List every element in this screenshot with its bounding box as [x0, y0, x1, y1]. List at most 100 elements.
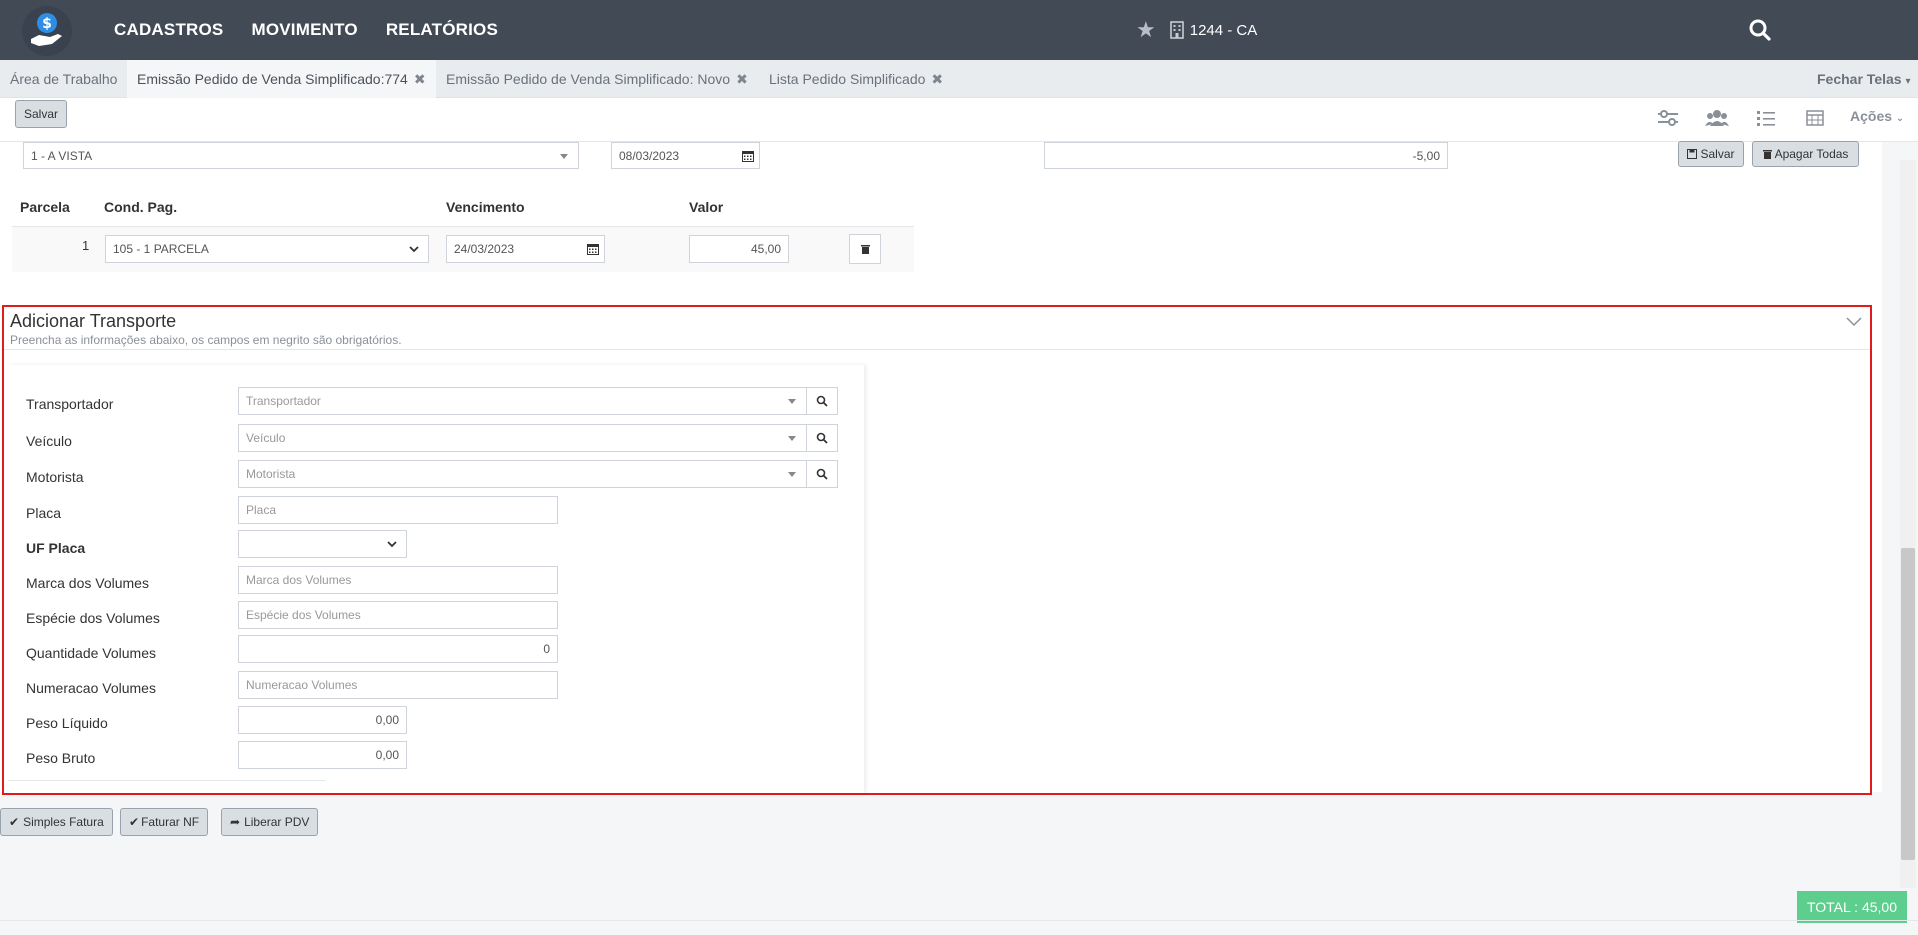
sliders-icon[interactable]: [1654, 106, 1682, 130]
installment-due-date-input[interactable]: 24/03/2023: [446, 235, 582, 263]
tab-label: Emissão Pedido de Venda Simplificado:774: [137, 71, 408, 87]
label-veiculo: Veículo: [26, 433, 72, 449]
payment-save-label: Salvar: [1700, 147, 1735, 161]
payment-condition-select[interactable]: 1 - A VISTA: [23, 142, 579, 169]
faturar-nf-button[interactable]: ✔ Faturar NF: [120, 808, 209, 836]
tab-area-de-trabalho[interactable]: Área de Trabalho: [0, 60, 127, 98]
transportador-select[interactable]: Transportador: [238, 387, 807, 415]
top-navbar: $ CADASTROS MOVIMENTO RELATÓRIOS ★ 1244 …: [0, 0, 1918, 60]
favorite-star-icon[interactable]: ★: [1136, 17, 1156, 43]
tab-lista-pedido[interactable]: Lista Pedido Simplificado ✖: [759, 60, 953, 98]
simples-fatura-button[interactable]: ✔ Simples Fatura: [0, 808, 113, 836]
check-icon: ✔: [129, 815, 140, 829]
uf-placa-select[interactable]: [238, 530, 407, 558]
calendar-icon[interactable]: [736, 142, 760, 169]
search-icon[interactable]: [1748, 18, 1772, 42]
motorista-search-button[interactable]: [806, 460, 838, 488]
caret-down-icon: [788, 436, 796, 441]
marca-volumes-input[interactable]: Marca dos Volumes: [238, 566, 558, 594]
peso-liquido-input[interactable]: 0,00: [238, 706, 407, 734]
payment-save-button[interactable]: Salvar: [1678, 141, 1744, 167]
quantidade-volumes-input[interactable]: 0: [238, 635, 558, 663]
collapse-chevron-icon[interactable]: [1846, 317, 1862, 327]
table-icon[interactable]: [1801, 106, 1829, 130]
motorista-placeholder: Motorista: [246, 467, 296, 481]
payment-value: -5,00: [1412, 148, 1440, 163]
transport-title: Adicionar Transporte: [10, 311, 177, 331]
company-name: 1244 - CA: [1189, 21, 1258, 39]
tab-label: Emissão Pedido de Venda Simplificado: No…: [446, 71, 731, 87]
close-tab-icon[interactable]: ✖: [931, 71, 943, 87]
company-selector[interactable]: 1244 - CA: [1169, 21, 1258, 39]
scrollbar-thumb[interactable]: [1901, 548, 1915, 860]
peso-bruto-input[interactable]: 0,00: [238, 741, 407, 769]
calendar-icon[interactable]: [581, 235, 605, 263]
simples-fatura-label: Simples Fatura: [23, 815, 104, 829]
tab-pedido-774[interactable]: Emissão Pedido de Venda Simplificado:774…: [127, 60, 436, 98]
veiculo-select[interactable]: Veículo: [238, 424, 807, 452]
divider: [0, 920, 1918, 921]
floppy-icon: [1687, 149, 1698, 159]
transport-subtitle: Preencha as informações abaixo, os campo…: [10, 333, 402, 347]
col-cond-pag: Cond. Pag.: [104, 199, 178, 215]
save-button[interactable]: Salvar: [15, 100, 67, 128]
motorista-select[interactable]: Motorista: [238, 460, 807, 488]
close-tab-icon[interactable]: ✖: [414, 71, 426, 87]
actions-menu[interactable]: Ações ⌄: [1850, 108, 1904, 124]
especie-placeholder: Espécie dos Volumes: [246, 608, 361, 622]
payment-date-value: 08/03/2023: [619, 148, 680, 163]
tab-label: Área de Trabalho: [10, 71, 118, 87]
close-tab-icon[interactable]: ✖: [736, 71, 748, 87]
numeracao-placeholder: Numeracao Volumes: [246, 678, 358, 692]
caret-down-icon: [788, 472, 796, 477]
installment-value-input[interactable]: 45,00: [689, 235, 789, 263]
transportador-search-button[interactable]: [806, 387, 838, 415]
menu-cadastros[interactable]: CADASTROS: [114, 20, 223, 40]
trash-icon: [1762, 150, 1772, 159]
placa-input[interactable]: Placa: [238, 496, 558, 524]
label-transportador: Transportador: [26, 396, 114, 412]
liberar-pdv-label: Liberar PDV: [244, 815, 310, 829]
numeracao-volumes-input[interactable]: Numeracao Volumes: [238, 671, 558, 699]
label-peso-bruto: Peso Bruto: [26, 750, 96, 766]
toolbar: [0, 98, 1918, 142]
label-quantidade-volumes: Quantidade Volumes: [26, 645, 156, 661]
delete-all-button[interactable]: Apagar Todas: [1752, 141, 1859, 167]
users-icon[interactable]: [1703, 106, 1731, 130]
peso-bruto-value: 0,00: [375, 748, 399, 762]
share-icon: ➦: [230, 815, 241, 829]
menu-movimento[interactable]: MOVIMENTO: [251, 20, 357, 40]
installment-condition-select[interactable]: 105 - 1 PARCELA: [105, 235, 429, 263]
chevron-down-icon: [409, 246, 419, 253]
faturar-nf-label: Faturar NF: [141, 815, 200, 829]
label-motorista: Motorista: [26, 469, 84, 485]
money-hand-icon: $: [31, 13, 62, 46]
tab-pedido-novo[interactable]: Emissão Pedido de Venda Simplificado: No…: [436, 60, 758, 98]
close-all-tabs-button[interactable]: Fechar Telas ▾: [1817, 60, 1910, 98]
menu-relatorios[interactable]: RELATÓRIOS: [386, 20, 498, 40]
label-especie-volumes: Espécie dos Volumes: [26, 610, 160, 626]
payment-value-input[interactable]: -5,00: [1044, 142, 1448, 169]
quantidade-value: 0: [543, 642, 550, 656]
app-logo[interactable]: $: [22, 6, 72, 56]
divider: [4, 349, 1870, 350]
liberar-pdv-button[interactable]: ➦ Liberar PDV: [221, 808, 319, 836]
veiculo-search-button[interactable]: [806, 424, 838, 452]
placa-placeholder: Placa: [246, 503, 277, 517]
check-icon: ✔: [9, 815, 20, 829]
col-parcela: Parcela: [20, 199, 70, 215]
list-icon[interactable]: [1752, 106, 1780, 130]
label-numeracao-volumes: Numeracao Volumes: [26, 680, 156, 696]
col-vencimento: Vencimento: [446, 199, 525, 215]
chevron-down-icon: [387, 541, 397, 548]
payment-date-input[interactable]: 08/03/2023: [611, 142, 737, 169]
delete-installment-button[interactable]: [849, 234, 881, 264]
especie-volumes-input[interactable]: Espécie dos Volumes: [238, 601, 558, 629]
label-uf-placa: UF Placa: [26, 540, 86, 556]
divider: [8, 780, 326, 781]
caret-down-icon: [560, 154, 568, 159]
peso-liquido-value: 0,00: [375, 713, 399, 727]
installment-value: 45,00: [750, 242, 781, 256]
tab-label: Lista Pedido Simplificado: [769, 71, 926, 87]
installment-due-date: 24/03/2023: [454, 242, 515, 256]
